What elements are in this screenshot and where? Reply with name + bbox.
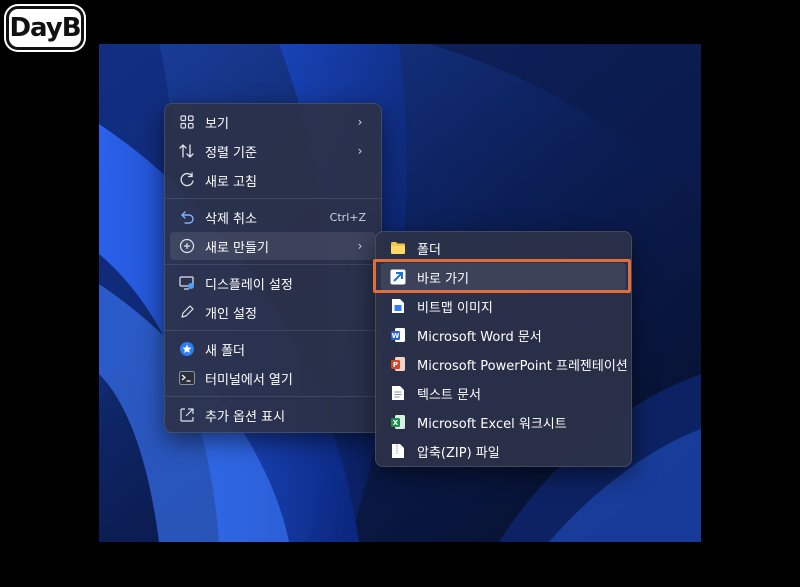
logo-text: DayB (9, 13, 81, 43)
menu-item-label: 디스플레이 설정 (205, 277, 293, 293)
undo-icon (178, 208, 196, 226)
menu-item-label: 보기 (205, 116, 229, 132)
menu-item-label: 정렬 기준 (205, 145, 257, 161)
submenu-item-bitmap[interactable]: 비트맵 이미지 (381, 292, 626, 320)
menu-item-label: 새 폴더 (205, 343, 246, 359)
desktop-context-menu: 보기 › 정렬 기준 › 새로 고침 삭제 취소 Ctrl+Z 새로 만들기 ›… (164, 103, 382, 433)
menu-separator (165, 330, 381, 331)
terminal-icon (178, 369, 196, 387)
more-options-icon (178, 406, 196, 424)
menu-item-show-more-options[interactable]: 추가 옵션 표시 (170, 401, 376, 429)
menu-item-open-terminal[interactable]: 터미널에서 열기 (170, 364, 376, 392)
pen-icon (178, 303, 196, 321)
menu-item-personalize[interactable]: 개인 설정 (170, 298, 376, 326)
menu-item-undo-delete[interactable]: 삭제 취소 Ctrl+Z (170, 203, 376, 231)
menu-item-view[interactable]: 보기 › (170, 108, 376, 136)
sort-icon (178, 142, 196, 160)
menu-item-refresh[interactable]: 새로 고침 (170, 166, 376, 194)
menu-item-label: 새로 만들기 (205, 240, 269, 256)
text-file-icon (389, 384, 407, 402)
menu-separator (165, 264, 381, 265)
submenu-item-label: 압축(ZIP) 파일 (417, 445, 500, 461)
word-icon: W (389, 326, 407, 344)
menu-item-sort-by[interactable]: 정렬 기준 › (170, 137, 376, 165)
menu-separator (165, 198, 381, 199)
excel-icon: X (389, 413, 407, 431)
dayb-logo: DayB (6, 6, 84, 50)
menu-item-label: 추가 옵션 표시 (205, 409, 286, 425)
display-settings-icon (178, 274, 196, 292)
submenu-item-excel[interactable]: X Microsoft Excel 워크시트 (381, 408, 626, 436)
new-plus-icon (178, 237, 196, 255)
submenu-item-label: 폴더 (417, 242, 441, 258)
folder-icon (389, 239, 407, 257)
menu-item-new-folder[interactable]: 새 폴더 (170, 335, 376, 363)
menu-item-label: 삭제 취소 (205, 211, 257, 227)
chevron-right-icon: › (357, 239, 363, 253)
view-grid-icon (178, 113, 196, 131)
submenu-item-text[interactable]: 텍스트 문서 (381, 379, 626, 407)
bitmap-file-icon (389, 297, 407, 315)
menu-item-label: 개인 설정 (205, 306, 257, 322)
submenu-item-label: Microsoft Excel 워크시트 (417, 416, 567, 432)
new-folder-icon (178, 340, 196, 358)
submenu-item-label: Microsoft PowerPoint 프레젠테이션 (417, 358, 628, 374)
submenu-item-label: 비트맵 이미지 (417, 300, 493, 316)
menu-item-label: 터미널에서 열기 (205, 372, 293, 388)
svg-text:X: X (393, 419, 399, 427)
shortcut-highlight-box (373, 259, 631, 293)
chevron-right-icon: › (357, 144, 363, 158)
chevron-right-icon: › (357, 115, 363, 129)
submenu-item-word[interactable]: W Microsoft Word 문서 (381, 321, 626, 349)
powerpoint-icon: P (389, 355, 407, 373)
submenu-item-zip[interactable]: 압축(ZIP) 파일 (381, 437, 626, 465)
menu-item-new[interactable]: 새로 만들기 › (170, 232, 376, 260)
submenu-item-folder[interactable]: 폴더 (381, 234, 626, 262)
shortcut-text: Ctrl+Z (329, 210, 366, 224)
submenu-item-label: Microsoft Word 문서 (417, 329, 542, 345)
submenu-item-powerpoint[interactable]: P Microsoft PowerPoint 프레젠테이션 (381, 350, 628, 378)
menu-item-label: 새로 고침 (205, 174, 257, 190)
svg-text:W: W (392, 332, 400, 340)
menu-item-display-settings[interactable]: 디스플레이 설정 (170, 269, 376, 297)
submenu-item-label: 텍스트 문서 (417, 387, 481, 403)
svg-text:P: P (393, 361, 398, 369)
menu-separator (165, 396, 381, 397)
zip-file-icon (389, 442, 407, 460)
refresh-icon (178, 171, 196, 189)
